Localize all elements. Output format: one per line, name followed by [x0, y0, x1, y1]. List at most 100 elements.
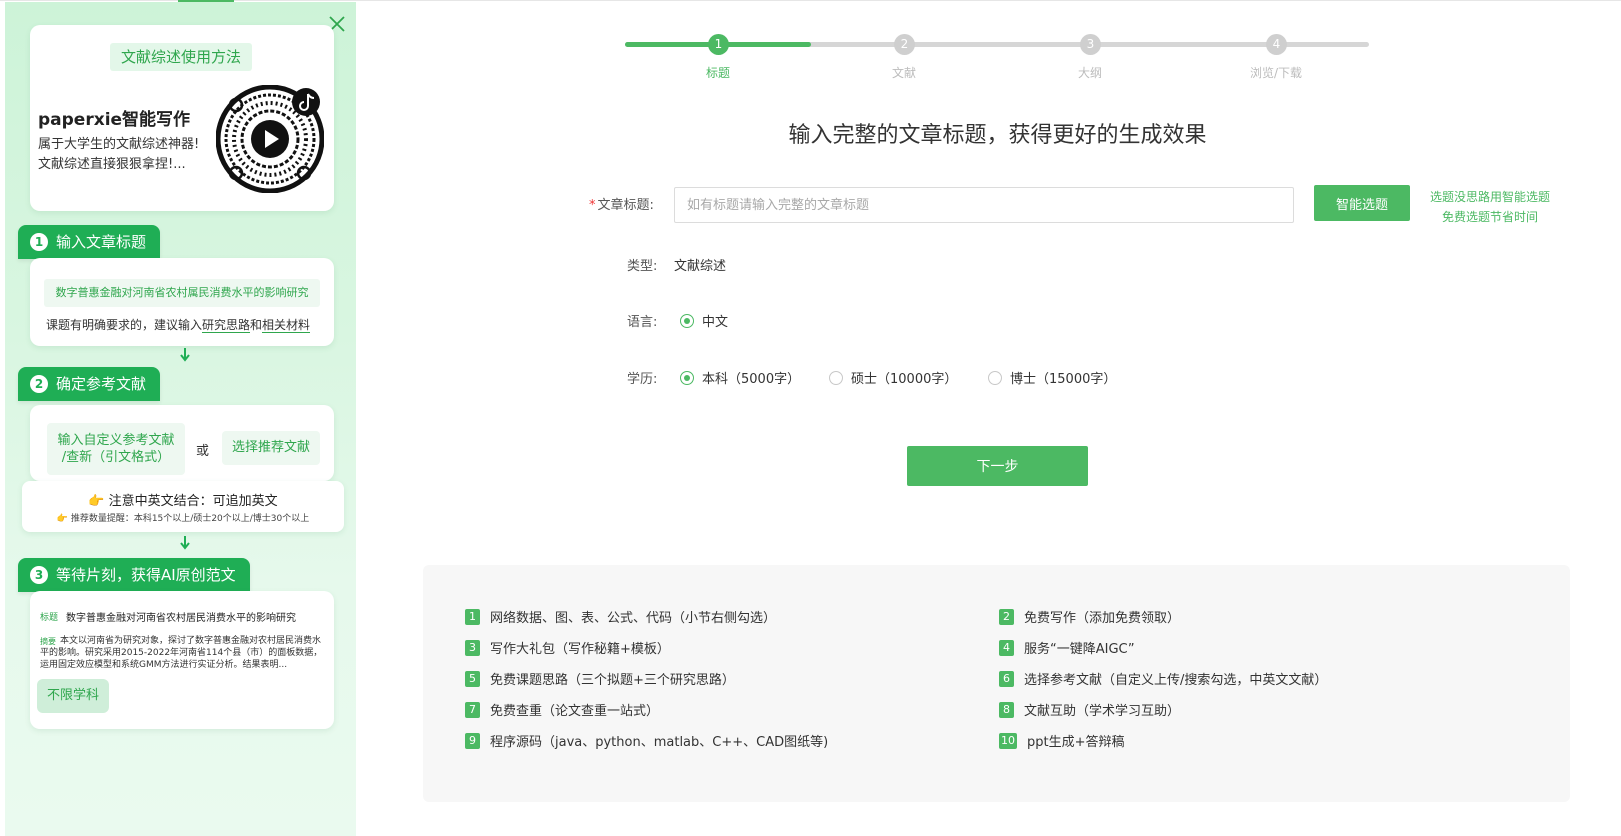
benefit-item: 3 写作大礼包（写作秘籍+模板） [465, 638, 670, 657]
benefit-text: 免费查重（论文查重一站式） [490, 704, 660, 719]
benefit-item: 10 ppt生成+答辩稿 [999, 731, 1125, 750]
example-topic: 数字普惠金融对河南省农村属民消费水平的影响研究 [44, 279, 320, 307]
degree-option-label: 博士（15000字） [1010, 372, 1117, 387]
note-main-text: 注意中英文结合：可追加英文 [108, 494, 278, 509]
recommended-reference-option: 选择推荐文献 [222, 431, 320, 465]
radio-unselected-icon[interactable] [829, 370, 843, 385]
note-card: 👉 注意中英文结合：可追加英文 👉 推荐数量提醒：本科15个以上/硕士20个以上… [22, 481, 344, 532]
step-dot-1: 1 [708, 34, 729, 55]
step2-card: 输入自定义参考文献 /查新（引文格式） 或 选择推荐文献 [30, 405, 334, 481]
sample-abstract: 本文以河南省为研究对象，探讨了数字普惠金融对农村居民消费水平的影响。研究采用20… [40, 636, 323, 670]
benefit-number: 6 [999, 670, 1014, 687]
type-value: 文献综述 [674, 259, 727, 274]
hint-and: 和 [250, 318, 263, 332]
benefit-item: 2 免费写作（添加免费领取） [999, 607, 1180, 626]
step1-tab: 1 输入文章标题 [18, 225, 161, 259]
benefit-text: 服务“一键降AIGC” [1024, 642, 1135, 657]
benefit-text: 选择参考文献（自定义上传/搜索勾选，中英文文献） [1024, 673, 1328, 688]
benefit-number: 8 [999, 701, 1014, 718]
custom-reference-line: /查新（引文格式） [61, 450, 171, 465]
benefit-text: 免费课题思路（三个拟题+三个研究思路） [490, 673, 735, 688]
degree-label: 学历: [627, 372, 658, 387]
radio-selected-icon[interactable] [680, 370, 694, 385]
step2-title: 确定参考文献 [56, 375, 147, 393]
hint-related-material: 相关材料 [262, 318, 311, 333]
step1-hint: 课题有明确要求的，建议输入研究思路和相关材料 [46, 316, 311, 333]
benefit-item: 8 文献互助（学术学习互助） [999, 700, 1180, 719]
hint-prefix: 课题有明确要求的，建议输入 [46, 318, 203, 332]
smart-tip-line[interactable]: 免费选题节省时间 [1425, 207, 1555, 227]
step-label-outline: 大纲 [1077, 66, 1102, 80]
title-label: * 文章标题: [589, 194, 654, 213]
benefit-text: 网络数据、图、表、公式、代码（小节右侧勾选） [490, 611, 777, 626]
title-label-text: 文章标题: [597, 198, 654, 213]
note-main: 👉 注意中英文结合：可追加英文 [22, 490, 344, 509]
step1-card: 数字普惠金融对河南省农村属民消费水平的影响研究 课题有明确要求的，建议输入研究思… [30, 258, 334, 346]
intro-desc-line: 文献综述直接狠狠拿捏!... [38, 157, 186, 172]
custom-reference-option: 输入自定义参考文献 /查新（引文格式） [47, 423, 185, 475]
step1-title: 输入文章标题 [56, 233, 147, 251]
benefit-number: 9 [465, 732, 480, 749]
degree-option-label: 硕士（10000字） [851, 372, 958, 387]
custom-reference-line: 输入自定义参考文献 [57, 433, 175, 448]
step3-number: 3 [30, 566, 48, 584]
step-label-download: 浏览/下载 [1249, 66, 1303, 80]
sample-title-label: 标题 [40, 613, 59, 623]
benefit-number: 1 [465, 608, 480, 625]
top-divider [0, 0, 1621, 1]
benefit-item: 9 程序源码（java、python、matlab、C++、CAD图纸等) [465, 731, 828, 750]
degree-radio-master[interactable]: 硕士（10000字） [829, 368, 957, 387]
step3-title: 等待片刻，获得AI原创范文 [56, 566, 236, 584]
type-label: 类型: [627, 259, 658, 274]
intro-pill: 文献综述使用方法 [110, 43, 252, 71]
title-input[interactable] [674, 187, 1294, 223]
radio-unselected-icon[interactable] [988, 370, 1002, 385]
or-label: 或 [196, 444, 210, 459]
smart-tip-line[interactable]: 选题没思路用智能选题 [1425, 187, 1555, 207]
pointing-hand-icon: 👉 [88, 494, 105, 509]
language-option-label: 中文 [702, 315, 729, 330]
step2-number: 2 [30, 375, 48, 393]
step1-number: 1 [30, 233, 48, 251]
benefit-text: 免费写作（添加免费领取） [1024, 611, 1181, 626]
note-sub: 👉 推荐数量提醒：本科15个以上/硕士20个以上/博士30个以上 [22, 511, 344, 524]
benefits-panel: 1 网络数据、图、表、公式、代码（小节右侧勾选） 2 免费写作（添加免费领取） 3写… [423, 565, 1570, 802]
sample-title: 数字普惠金融对河南省农村居民消费水平的影响研究 [66, 613, 296, 624]
smart-topic-button[interactable]: 智能选题 [1314, 185, 1410, 221]
unlimited-subject-tag: 不限学科 [37, 679, 109, 713]
benefit-number: 3 [465, 639, 480, 656]
progress-steps: 1 2 3 4 标题 文献 大纲 浏览/下载 [625, 32, 1369, 92]
step-label-literature: 文献 [891, 66, 916, 80]
benefit-item: 5 免费课题思路（三个拟题+三个研究思路） [465, 669, 735, 688]
benefit-number: 4 [999, 639, 1014, 656]
benefit-text: ppt生成+答辩稿 [1027, 735, 1125, 750]
benefit-item: 7 免费查重（论文查重一站式） [465, 700, 659, 719]
radio-selected-icon[interactable] [680, 313, 694, 328]
benefit-text: 写作大礼包（写作秘籍+模板） [490, 642, 670, 657]
degree-radio-bachelor[interactable]: 本科（5000字） [680, 368, 800, 387]
step2-tab: 2 确定参考文献 [18, 367, 161, 401]
arrow-down-icon [180, 536, 190, 550]
pointing-hand-icon: 👉 [56, 514, 68, 524]
required-mark: * [589, 198, 596, 213]
degree-radio-phd[interactable]: 博士（15000字） [988, 368, 1116, 387]
benefit-text: 文献互助（学术学习互助） [1024, 704, 1181, 719]
step-label-title: 标题 [705, 66, 730, 80]
benefit-number: 7 [465, 701, 480, 718]
smart-topic-tip[interactable]: 选题没思路用智能选题 免费选题节省时间 [1425, 187, 1555, 227]
step-dot-2: 2 [894, 34, 915, 55]
arrow-down-icon [180, 348, 190, 362]
hint-research-idea: 研究思路 [202, 318, 251, 333]
step3-card: 标题 数字普惠金融对河南省农村居民消费水平的影响研究 摘要 本文以河南省为研究对… [30, 591, 334, 729]
language-radio-chinese[interactable]: 中文 [680, 311, 728, 330]
benefit-text: 程序源码（java、python、matlab、C++、CAD图纸等) [490, 735, 829, 750]
benefit-number: 5 [465, 670, 480, 687]
page-headline: 输入完整的文章标题，获得更好的生成效果 [788, 123, 1207, 148]
step-dot-4: 4 [1266, 34, 1287, 55]
note-sub-text: 推荐数量提醒：本科15个以上/硕士20个以上/博士30个以上 [70, 514, 310, 524]
degree-option-label: 本科（5000字） [702, 372, 801, 387]
next-step-button[interactable]: 下一步 [907, 446, 1088, 486]
benefit-item: 6 选择参考文献（自定义上传/搜索勾选，中英文文献） [999, 669, 1327, 688]
benefit-item: 4 服务“一键降AIGC” [999, 638, 1135, 657]
benefit-number: 10 [999, 732, 1017, 749]
